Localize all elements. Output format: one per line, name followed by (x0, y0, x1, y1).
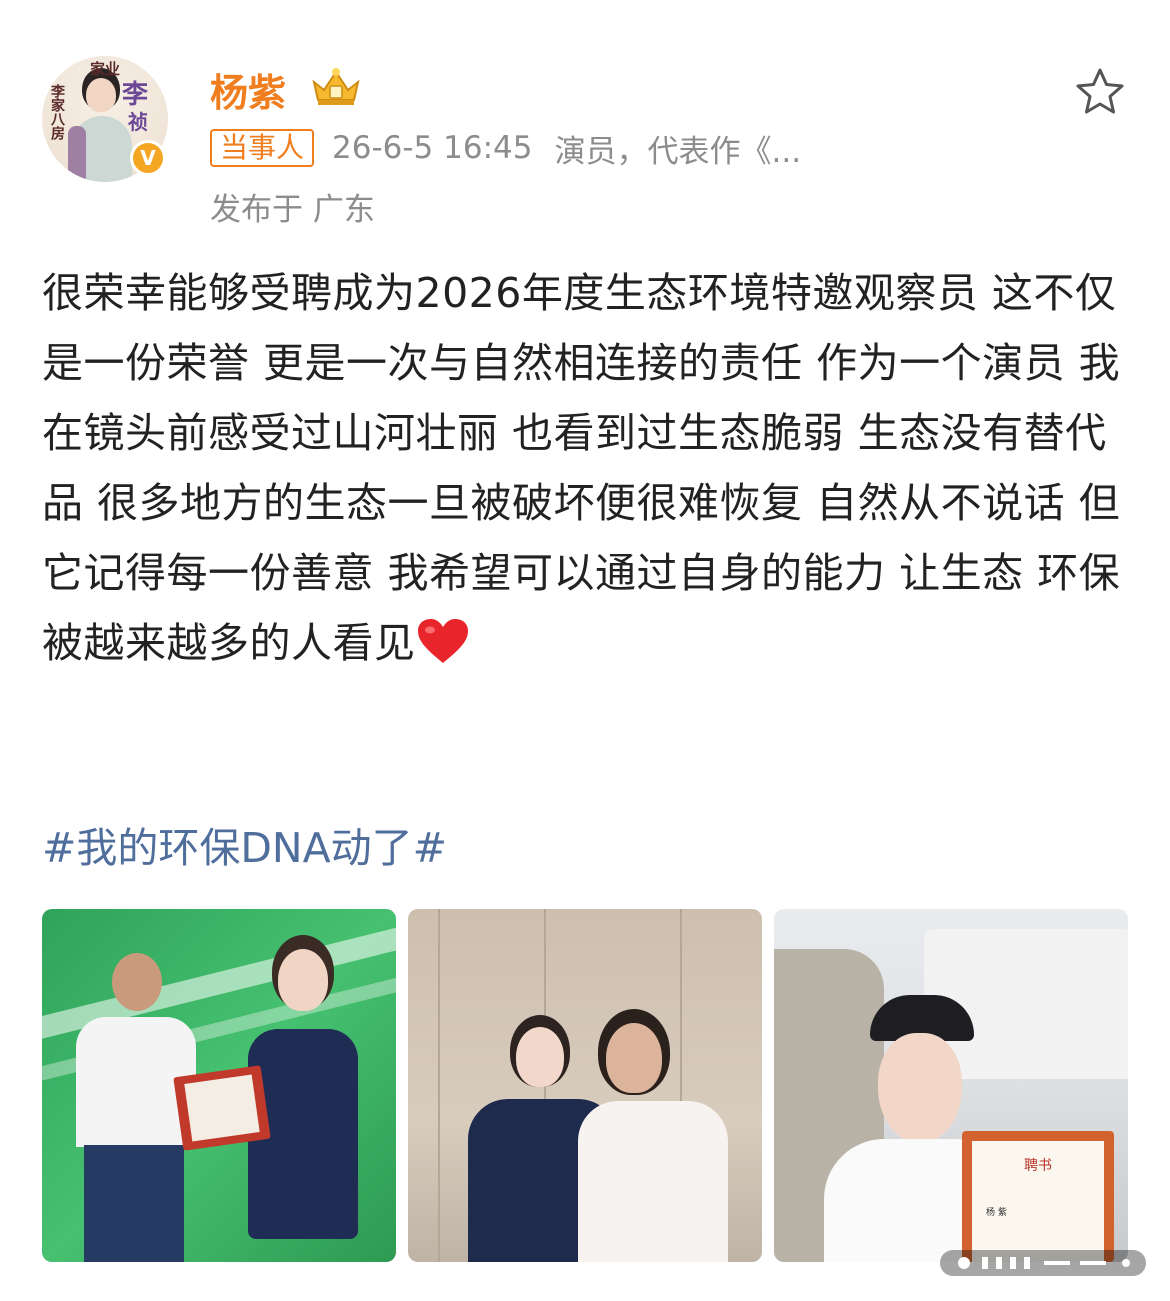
post-location: 发布于 广东 (210, 192, 375, 228)
long-image-indicator-icon (940, 1250, 1146, 1276)
username[interactable]: 杨紫 (210, 62, 286, 117)
post-text-content: 很荣幸能够受聘成为2026年度生态环境特邀观察员 这不仅是一份荣誉 更是一次与自… (42, 269, 1121, 667)
avatar-figure-head (86, 78, 116, 112)
avatar-figure-coat (68, 126, 86, 182)
post-photo-2[interactable] (408, 909, 762, 1262)
wall-panel-line (438, 909, 440, 1262)
post-photo-1[interactable] (42, 909, 396, 1262)
role-tag: 当事人 (210, 129, 315, 167)
heart-emoji-icon (417, 619, 468, 663)
avatar-text-4: 祯 (128, 110, 148, 134)
avatar-text-3: 李 (122, 80, 149, 110)
person-head (516, 1027, 564, 1087)
person-head (606, 1023, 662, 1093)
post-photo-3[interactable]: 聘书 杨 紫 (774, 909, 1128, 1262)
certificate-paper (184, 1074, 260, 1142)
person-blouse (578, 1101, 728, 1262)
post-source[interactable]: 演员，代表作《... (554, 126, 801, 171)
hashtag-link[interactable]: #我的环保DNA动了# (42, 814, 447, 874)
avatar-text-2: 李家八房 (49, 84, 65, 140)
crown-icon[interactable] (308, 64, 364, 108)
person-trousers (84, 1145, 184, 1262)
certificate-title: 聘书 (1024, 1158, 1052, 1174)
post-meta: 当事人 26-6-5 16:45 演员，代表作《... (210, 126, 801, 171)
certificate-paper: 聘书 杨 紫 (972, 1141, 1104, 1262)
avatar-text-1: 家业 (90, 60, 121, 78)
certificate-name: 杨 紫 (986, 1208, 1007, 1218)
post-time: 26-6-5 16:45 (332, 130, 533, 166)
person-head (278, 949, 328, 1011)
person-face (878, 1033, 962, 1143)
post-text: 很荣幸能够受聘成为2026年度生态环境特邀观察员 这不仅是一份荣誉 更是一次与自… (42, 258, 1130, 678)
verified-badge-icon: V (130, 140, 166, 176)
star-icon[interactable] (1074, 66, 1126, 116)
person-head (112, 953, 162, 1011)
